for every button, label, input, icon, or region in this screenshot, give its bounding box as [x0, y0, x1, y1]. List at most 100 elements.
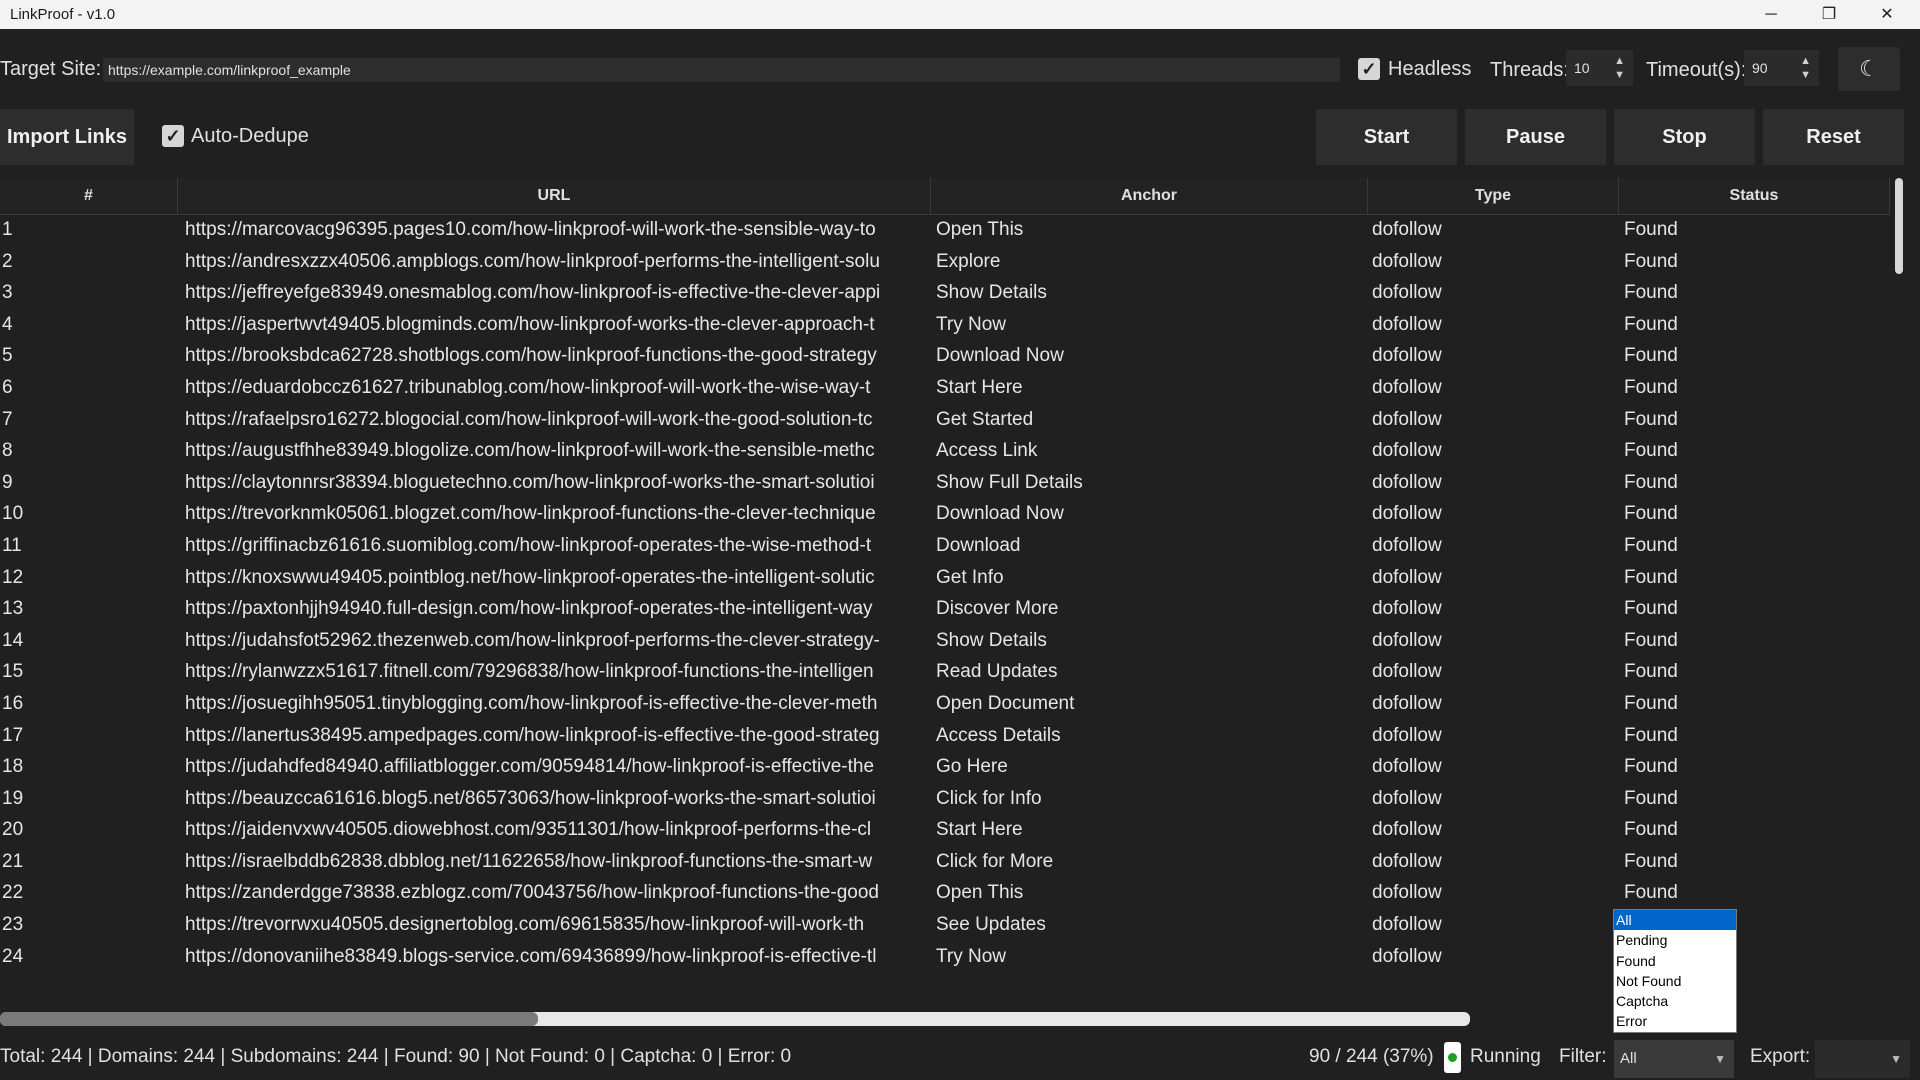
table-row[interactable]: 12 https://knoxswwu49405.pointblog.net/ho…	[0, 562, 1890, 594]
title-bar: LinkProof - v1.0 ─ ❐ ✕	[0, 0, 1920, 29]
table-row[interactable]: 20 https://jaidenvxwv40505.diowebhost.com…	[0, 814, 1890, 846]
column-header-status[interactable]: Status	[1619, 178, 1890, 214]
increment-icon[interactable]: ▲	[1800, 55, 1811, 67]
start-button[interactable]: Start	[1316, 109, 1457, 165]
table-row[interactable]: 13 https://paxtonhjjh94940.full-design.co…	[0, 593, 1890, 625]
headless-label: Headless	[1388, 58, 1472, 80]
minimize-button[interactable]: ─	[1742, 0, 1800, 29]
row-number: 6	[2, 376, 13, 398]
threads-value: 10	[1574, 60, 1590, 76]
table-row[interactable]: 3 https://jeffreyefge83949.onesmablog.com…	[0, 277, 1890, 309]
row-status: Found	[1624, 724, 1678, 746]
target-site-input[interactable]: https://example.com/linkproof_example	[103, 58, 1340, 82]
table-row[interactable]: 6 https://eduardobccz61627.tribunablog.co…	[0, 372, 1890, 404]
table-row[interactable]: 23 https://trevorrwxu40505.designertoblog…	[0, 909, 1890, 941]
table-row[interactable]: 21 https://israelbddb62838.dbblog.net/116…	[0, 846, 1890, 878]
row-status: Found	[1624, 313, 1678, 335]
table-row[interactable]: 10 https://trevorknmk05061.blogzet.com/ho…	[0, 498, 1890, 530]
row-type: dofollow	[1372, 661, 1442, 683]
row-anchor: Read Updates	[936, 661, 1058, 683]
filter-option[interactable]: Error	[1614, 1011, 1736, 1031]
row-number: 9	[2, 471, 13, 493]
row-status: Found	[1624, 440, 1678, 462]
row-type: dofollow	[1372, 819, 1442, 841]
row-type: dofollow	[1372, 756, 1442, 778]
column-header-number[interactable]: #	[0, 178, 178, 214]
row-anchor: Start Here	[936, 819, 1023, 841]
headless-checkbox[interactable]: ✓	[1358, 58, 1380, 80]
table-row[interactable]: 2 https://andresxzzx40506.ampblogs.com/ho…	[0, 246, 1890, 278]
column-header-anchor[interactable]: Anchor	[931, 178, 1368, 214]
row-url: https://beauzcca61616.blog5.net/86573063…	[185, 787, 876, 809]
vertical-scroll-thumb[interactable]	[1895, 178, 1903, 274]
table-row[interactable]: 16 https://josuegihh95051.tinyblogging.co…	[0, 688, 1890, 720]
auto-dedupe-label: Auto-Dedupe	[191, 125, 309, 147]
row-anchor: Show Details	[936, 282, 1047, 304]
column-header-type[interactable]: Type	[1368, 178, 1619, 214]
row-type: dofollow	[1372, 629, 1442, 651]
row-number: 17	[2, 724, 24, 746]
chevron-down-icon: ▼	[1714, 1052, 1726, 1066]
table-row[interactable]: 8 https://augustfhhe83949.blogolize.com/h…	[0, 435, 1890, 467]
row-number: 19	[2, 787, 24, 809]
row-number: 3	[2, 282, 13, 304]
table-row[interactable]: 19 https://beauzcca61616.blog5.net/865730…	[0, 783, 1890, 815]
table-row[interactable]: 7 https://rafaelpsro16272.blogocial.com/h…	[0, 404, 1890, 436]
filter-option[interactable]: Pending	[1614, 930, 1736, 950]
table-row[interactable]: 1 https://marcovacg96395.pages10.com/how-…	[0, 214, 1890, 246]
links-table: # URL Anchor Type Status 1 https://marcov…	[0, 178, 1890, 984]
row-status: Found	[1624, 819, 1678, 841]
table-row[interactable]: 5 https://brooksbdca62728.shotblogs.com/h…	[0, 340, 1890, 372]
auto-dedupe-checkbox[interactable]: ✓	[162, 125, 184, 147]
table-row[interactable]: 22 https://zanderdgge73838.ezblogz.com/70…	[0, 877, 1890, 909]
filter-select[interactable]: All ▼	[1614, 1040, 1734, 1078]
row-url: https://judahdfed84940.affiliatblogger.c…	[185, 756, 875, 778]
table-row[interactable]: 15 https://rylanwzzx51617.fitnell.com/792…	[0, 656, 1890, 688]
row-status: Found	[1624, 282, 1678, 304]
restore-button[interactable]: ❐	[1800, 0, 1858, 29]
close-button[interactable]: ✕	[1858, 0, 1916, 29]
theme-toggle-button[interactable]: ☾	[1838, 47, 1900, 91]
export-select[interactable]: ▼	[1815, 1040, 1910, 1078]
row-status: Found	[1624, 756, 1678, 778]
row-type: dofollow	[1372, 376, 1442, 398]
table-row[interactable]: 18 https://judahdfed84940.affiliatblogger…	[0, 751, 1890, 783]
decrement-icon[interactable]: ▼	[1800, 69, 1811, 81]
row-status: Found	[1624, 345, 1678, 367]
row-url: https://israelbddb62838.dbblog.net/11622…	[185, 850, 873, 872]
row-anchor: Access Link	[936, 440, 1038, 462]
table-row[interactable]: 17 https://lanertus38495.ampedpages.com/h…	[0, 720, 1890, 752]
row-type: dofollow	[1372, 914, 1442, 936]
threads-spinner[interactable]: 10 ▲ ▼	[1566, 50, 1633, 86]
vertical-scrollbar[interactable]	[1893, 178, 1905, 984]
reset-button[interactable]: Reset	[1763, 109, 1904, 165]
row-number: 8	[2, 440, 13, 462]
filter-option[interactable]: Captcha	[1614, 991, 1736, 1011]
filter-option[interactable]: Found	[1614, 951, 1736, 971]
window-title: LinkProof - v1.0	[10, 6, 116, 23]
stop-button[interactable]: Stop	[1614, 109, 1755, 165]
summary-stats: Total: 244 | Domains: 244 | Subdomains: …	[0, 1046, 792, 1067]
row-url: https://knoxswwu49405.pointblog.net/how-…	[185, 566, 875, 588]
table-row[interactable]: 11 https://griffinacbz61616.suomiblog.com…	[0, 530, 1890, 562]
table-row[interactable]: 24 https://donovaniihe83849.blogs-service…	[0, 941, 1890, 973]
pause-button[interactable]: Pause	[1465, 109, 1606, 165]
row-status: Found	[1624, 692, 1678, 714]
column-header-url[interactable]: URL	[178, 178, 931, 214]
table-row[interactable]: 14 https://judahsfot52962.thezenweb.com/h…	[0, 625, 1890, 657]
import-links-button[interactable]: Import Links	[0, 109, 134, 165]
filter-option[interactable]: All	[1614, 910, 1736, 931]
table-row[interactable]: 9 https://claytonnrsr38394.bloguetechno.c…	[0, 467, 1890, 499]
filter-option[interactable]: Not Found	[1614, 971, 1736, 991]
row-number: 12	[2, 566, 24, 588]
table-row[interactable]: 4 https://jaspertwvt49405.blogminds.com/h…	[0, 309, 1890, 341]
horizontal-scroll-thumb[interactable]	[0, 1012, 538, 1026]
timeout-spinner[interactable]: 90 ▲ ▼	[1744, 50, 1819, 86]
row-number: 15	[2, 661, 24, 683]
row-anchor: Show Full Details	[936, 471, 1083, 493]
row-type: dofollow	[1372, 598, 1442, 620]
horizontal-scrollbar[interactable]	[0, 1012, 1470, 1026]
increment-icon[interactable]: ▲	[1614, 55, 1625, 67]
decrement-icon[interactable]: ▼	[1614, 69, 1625, 81]
row-type: dofollow	[1372, 471, 1442, 493]
